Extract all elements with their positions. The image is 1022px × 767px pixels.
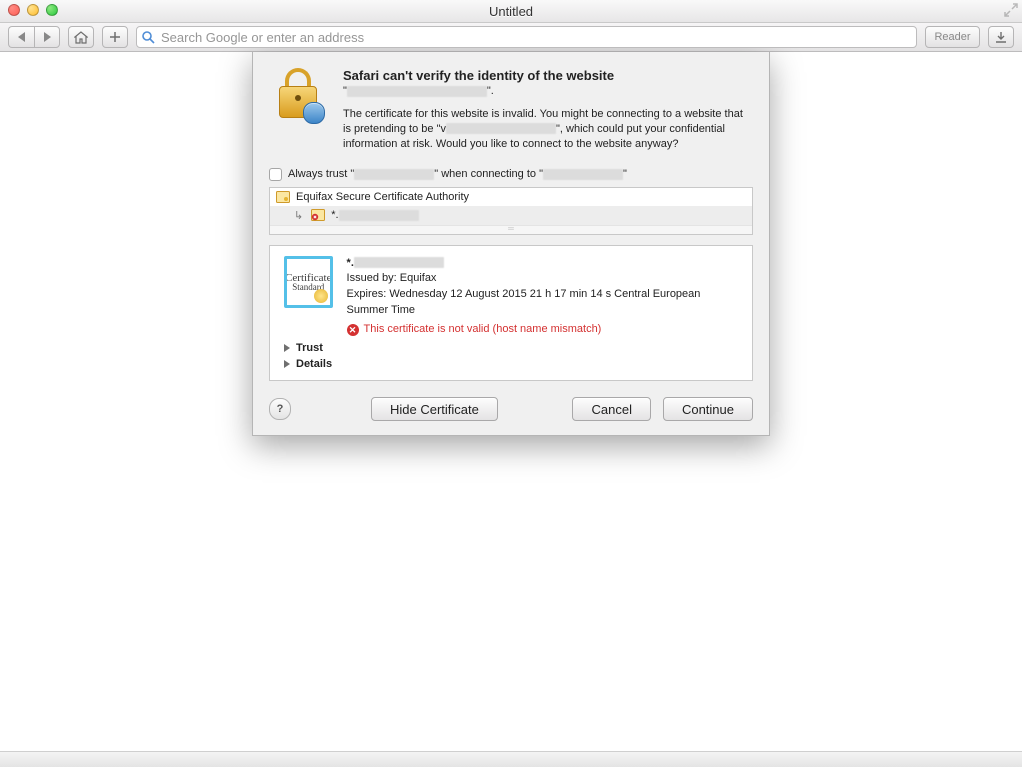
certificate-invalid-icon xyxy=(311,209,325,221)
window-titlebar: Untitled xyxy=(0,0,1022,23)
help-button[interactable]: ? xyxy=(269,398,291,420)
window-title: Untitled xyxy=(0,4,1022,19)
chevron-right-icon xyxy=(44,32,51,42)
fullscreen-icon[interactable] xyxy=(1004,3,1018,17)
details-disclosure[interactable]: Details xyxy=(284,358,740,370)
certificate-chain: Equifax Secure Certificate Authority ↳ *… xyxy=(269,187,753,235)
redacted-hostname xyxy=(446,123,556,134)
chain-root-item[interactable]: Equifax Secure Certificate Authority xyxy=(270,188,752,206)
safari-badge-icon xyxy=(303,102,325,124)
window-resize-bar xyxy=(0,751,1022,767)
certificate-thumbnail-icon: Certificate Standard xyxy=(284,256,333,308)
search-icon xyxy=(141,30,155,44)
dialog-heading: Safari can't verify the identity of the … xyxy=(343,68,753,83)
download-icon xyxy=(995,31,1007,43)
home-button[interactable] xyxy=(68,26,94,48)
browser-toolbar: Search Google or enter an address Reader xyxy=(0,23,1022,52)
certificate-details: Certificate Standard *. Issued by: Equif… xyxy=(269,245,753,382)
hide-certificate-button[interactable]: Hide Certificate xyxy=(371,397,498,421)
downloads-button[interactable] xyxy=(988,26,1014,48)
reader-button[interactable]: Reader xyxy=(925,26,980,48)
error-icon: ✕ xyxy=(347,324,359,336)
certificate-icon xyxy=(276,191,290,203)
address-placeholder: Search Google or enter an address xyxy=(161,30,364,45)
cancel-button[interactable]: Cancel xyxy=(572,397,650,421)
certificate-issuer: Issued by: Equifax xyxy=(347,271,740,287)
disclosure-triangle-icon xyxy=(284,360,290,368)
chain-resize-handle[interactable]: ═ xyxy=(270,225,752,234)
certificate-invalid-status: ✕ This certificate is not valid (host na… xyxy=(347,322,740,338)
always-trust-label: Always trust "" when connecting to "" xyxy=(288,168,627,180)
chevron-left-icon xyxy=(18,32,25,42)
certificate-subject: *. xyxy=(347,256,740,272)
back-button[interactable] xyxy=(8,26,34,48)
lock-icon xyxy=(269,68,329,152)
new-tab-button[interactable] xyxy=(102,26,128,48)
trust-disclosure[interactable]: Trust xyxy=(284,342,740,354)
continue-button[interactable]: Continue xyxy=(663,397,753,421)
plus-icon xyxy=(109,31,121,43)
certificate-expiry: Expires: Wednesday 12 August 2015 21 h 1… xyxy=(347,287,740,319)
tree-indent-icon: ↳ xyxy=(294,209,303,222)
forward-button[interactable] xyxy=(34,26,60,48)
home-icon xyxy=(74,31,88,44)
dialog-body: The certificate for this website is inva… xyxy=(343,107,753,152)
always-trust-checkbox[interactable] xyxy=(269,168,282,181)
chain-leaf-item[interactable]: ↳ *. xyxy=(270,206,752,225)
disclosure-triangle-icon xyxy=(284,344,290,352)
address-bar[interactable]: Search Google or enter an address xyxy=(136,26,917,48)
redacted-hostname xyxy=(347,86,487,97)
certificate-warning-dialog: Safari can't verify the identity of the … xyxy=(252,52,770,436)
